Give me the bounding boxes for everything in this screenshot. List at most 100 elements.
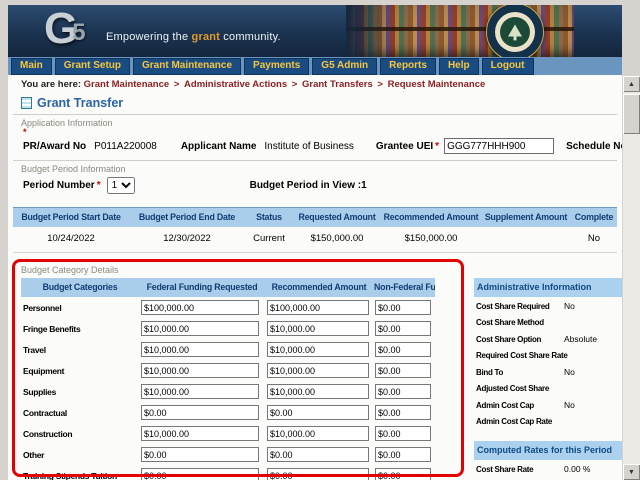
bp-col-complete: Complete <box>571 208 617 228</box>
breadcrumb-link-grant-transfers[interactable]: Grant Transfers <box>302 79 373 90</box>
period-number-label: Period Number <box>23 180 95 191</box>
nav-logout[interactable]: Logout <box>482 58 534 75</box>
other-recommended-input[interactable] <box>267 447 369 462</box>
period-number-required-marker: * <box>97 180 101 191</box>
tagline-accent: grant <box>192 31 221 43</box>
scroll-down-button[interactable]: ▼ <box>623 464 640 480</box>
content-area: You are here: Grant Maintenance > Admini… <box>8 75 622 480</box>
administrative-information-header: Administrative Information <box>474 278 622 297</box>
page-title-row: Grant Transfer <box>13 96 617 110</box>
budget-row-travel: Travel <box>21 339 435 360</box>
scroll-up-button[interactable]: ▲ <box>623 76 640 92</box>
admin-info-label: Admin Cost Cap <box>476 401 564 410</box>
scrollbar-thumb[interactable] <box>623 94 640 134</box>
budget-period-in-view-label: Budget Period in View :1 <box>250 180 367 191</box>
equipment-recommended-input[interactable] <box>267 363 369 378</box>
personnel-nonfederal-input[interactable] <box>375 300 431 315</box>
nav-payments[interactable]: Payments <box>244 58 309 75</box>
period-number-select[interactable]: 1 <box>107 177 135 194</box>
category-label: Fringe Benefits <box>21 318 139 339</box>
bp-supplement-amount-value <box>481 227 571 253</box>
cat-col-non-federal: Non-Federal Funds <box>373 278 435 297</box>
training-stipends-tuition-nonfederal-input[interactable] <box>375 468 431 480</box>
g5-grant-transfer-page: G 5 Empowering the grant community. Main… <box>0 0 640 480</box>
construction-federal-input[interactable] <box>141 426 259 441</box>
contractual-nonfederal-input[interactable] <box>375 405 431 420</box>
admin-info-row: Bind To No <box>474 363 622 380</box>
cat-col-categories: Budget Categories <box>21 278 139 297</box>
category-label: Equipment <box>21 360 139 381</box>
equipment-nonfederal-input[interactable] <box>375 363 431 378</box>
supplies-federal-input[interactable] <box>141 384 259 399</box>
admin-info-row: Required Cost Share Rate <box>474 347 622 363</box>
admin-info-label: Admin Cost Cap Rate <box>476 417 564 426</box>
admin-info-row: Admin Cost Cap No <box>474 396 622 413</box>
category-label: Supplies <box>21 381 139 402</box>
equipment-federal-input[interactable] <box>141 363 259 378</box>
breadcrumb-link-administrative-actions[interactable]: Administrative Actions <box>184 79 287 90</box>
nav-grant-maintenance[interactable]: Grant Maintenance <box>133 58 241 75</box>
seal-tree-trunk <box>514 34 517 40</box>
vertical-scrollbar[interactable]: ▲ ▼ <box>623 76 640 480</box>
breadcrumb-link-request-maintenance[interactable]: Request Maintenance <box>388 79 486 90</box>
admin-info-label: Cost Share Method <box>476 318 564 327</box>
nav-help[interactable]: Help <box>439 58 479 75</box>
budget-row-equipment: Equipment <box>21 360 435 381</box>
category-label: Other <box>21 444 139 465</box>
travel-nonfederal-input[interactable] <box>375 342 431 357</box>
admin-info-label: Adjusted Cost Share <box>476 384 564 393</box>
application-information-label: Application Information <box>13 118 617 128</box>
g5-logo-5: 5 <box>72 20 85 46</box>
main-nav: Main Grant Setup Grant Maintenance Payme… <box>8 57 622 75</box>
bp-recommended-amount-value: $150,000.00 <box>381 227 481 253</box>
budget-row-other: Other <box>21 444 435 465</box>
applicant-name-value: Institute of Business <box>264 141 354 152</box>
supplies-nonfederal-input[interactable] <box>375 384 431 399</box>
bp-complete-value: No <box>571 227 617 253</box>
computed-rate-row: Cost Share Rate 0.00 % <box>474 460 622 477</box>
nav-grant-setup[interactable]: Grant Setup <box>55 58 130 75</box>
training-stipends-tuition-recommended-input[interactable] <box>267 468 369 480</box>
application-info-row: PR/Award No P011A220008 Applicant Name I… <box>13 138 617 154</box>
bp-requested-amount-value: $150,000.00 <box>293 227 381 253</box>
other-federal-input[interactable] <box>141 447 259 462</box>
nav-main[interactable]: Main <box>11 58 52 75</box>
construction-nonfederal-input[interactable] <box>375 426 431 441</box>
budget-period-header-row: Budget Period Start Date Budget Period E… <box>13 208 617 228</box>
supplies-recommended-input[interactable] <box>267 384 369 399</box>
admin-info-label: Bind To <box>476 368 564 377</box>
grantee-uei-label: Grantee UEI <box>376 141 433 152</box>
pr-award-value: P011A220008 <box>94 141 157 152</box>
breadcrumb: You are here: Grant Maintenance > Admini… <box>13 79 617 90</box>
bp-start-date-value: 10/24/2022 <box>13 227 129 253</box>
bp-col-recommended-amount: Recommended Amount <box>381 208 481 228</box>
category-label: Personnel <box>21 297 139 318</box>
bp-col-start-date: Budget Period Start Date <box>13 208 129 228</box>
nav-g5-admin[interactable]: G5 Admin <box>312 58 377 75</box>
construction-recommended-input[interactable] <box>267 426 369 441</box>
admin-info-value: No <box>564 400 575 410</box>
breadcrumb-separator: > <box>377 79 383 90</box>
breadcrumb-link-grant-maintenance[interactable]: Grant Maintenance <box>84 79 170 90</box>
bp-col-status: Status <box>245 208 293 228</box>
travel-federal-input[interactable] <box>141 342 259 357</box>
category-label: Contractual <box>21 402 139 423</box>
nav-reports[interactable]: Reports <box>380 58 436 75</box>
contractual-recommended-input[interactable] <box>267 405 369 420</box>
administrative-information-panel: Administrative Information Cost Share Re… <box>474 278 622 477</box>
breadcrumb-prefix: You are here: <box>21 79 81 90</box>
period-number-row: Period Number * 1 Budget Period in View … <box>13 177 617 194</box>
computed-rates-header: Computed Rates for this Period <box>474 441 622 460</box>
fringe-benefits-federal-input[interactable] <box>141 321 259 336</box>
fringe-benefits-recommended-input[interactable] <box>267 321 369 336</box>
contractual-federal-input[interactable] <box>141 405 259 420</box>
grantee-uei-input[interactable] <box>444 138 554 154</box>
category-label: Travel <box>21 339 139 360</box>
personnel-federal-input[interactable] <box>141 300 259 315</box>
budget-details-section: Budget Categories Federal Funding Reques… <box>13 278 617 480</box>
training-stipends-tuition-federal-input[interactable] <box>141 468 259 480</box>
personnel-recommended-input[interactable] <box>267 300 369 315</box>
other-nonfederal-input[interactable] <box>375 447 431 462</box>
travel-recommended-input[interactable] <box>267 342 369 357</box>
fringe-benefits-nonfederal-input[interactable] <box>375 321 431 336</box>
